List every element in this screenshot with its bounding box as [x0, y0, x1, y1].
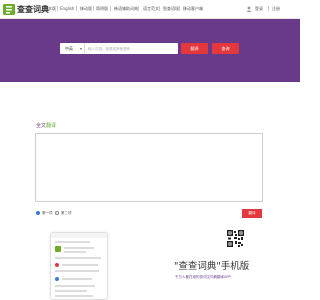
section-title-part2: 翻译 — [46, 123, 57, 129]
nav-item-context[interactable]: 智查语境 — [163, 6, 179, 12]
phone-text-line — [55, 257, 101, 259]
logo-icon[interactable] — [3, 3, 16, 16]
nav-divider — [93, 6, 94, 11]
phone-text-line — [62, 278, 92, 280]
chevron-down-icon: ▾ — [80, 46, 83, 51]
radio-option-2[interactable] — [55, 211, 59, 215]
section-title: 全文翻译 — [36, 122, 56, 129]
phone-text-line — [64, 247, 94, 249]
radio-option-2-label: 第二项 — [61, 211, 72, 215]
phone-dot-icon — [55, 277, 59, 281]
promo-title: "查查词典"手机版 — [174, 261, 250, 272]
phone-text-line — [55, 270, 99, 272]
phone-text-line — [55, 241, 90, 243]
language-select[interactable]: 中英 ▾ — [60, 43, 85, 54]
phone-text-line — [64, 251, 86, 253]
login-link[interactable]: 登录 — [255, 6, 263, 12]
user-icon — [246, 6, 252, 12]
nav-item-essays[interactable]: 语言范文 — [143, 6, 159, 12]
search-banner: 中英 ▾ 翻译 查询 — [0, 19, 300, 82]
nav-item-korean[interactable]: 韩语辅助词典 — [114, 6, 138, 12]
lookup-button[interactable]: 查询 — [212, 43, 239, 54]
nav-item-client[interactable]: 移动客户端 — [183, 6, 203, 12]
radio-option-1[interactable] — [36, 211, 40, 215]
phone-text-line — [55, 285, 95, 287]
nav-item-simple[interactable]: 简明版 — [96, 6, 108, 12]
translate-textarea[interactable] — [35, 133, 263, 202]
search-box: 中英 ▾ — [60, 43, 178, 54]
full-translate-button[interactable]: 翻译 — [242, 209, 262, 218]
nav-item-english[interactable]: English — [60, 6, 74, 11]
nav-divider — [138, 6, 139, 11]
radio-option-1-label: 第一项 — [42, 211, 53, 215]
register-link[interactable]: 注册 — [272, 6, 280, 12]
top-nav: 查查词典 整本版 English 移动版 简明版 韩语辅助词典 语言范文 智查语… — [0, 0, 300, 19]
phone-text-line — [55, 295, 93, 297]
nav-divider — [76, 6, 77, 11]
nav-divider — [179, 6, 180, 11]
nav-divider — [57, 6, 58, 11]
phone-text-line — [55, 290, 87, 292]
phone-screenshot — [50, 232, 108, 300]
promo-subtitle: 千万人都在用的查词汉词典翻译APP — [175, 275, 231, 279]
phone-text-line — [62, 264, 98, 266]
qr-code-icon — [227, 230, 244, 247]
phone-dot-icon — [55, 263, 59, 267]
language-value: 中英 — [65, 46, 73, 51]
search-input[interactable] — [87, 43, 177, 54]
phone-status-bar — [51, 233, 107, 238]
translate-button[interactable]: 翻译 — [181, 43, 208, 54]
nav-item-mobile[interactable]: 移动版 — [80, 6, 92, 12]
nav-divider — [159, 6, 160, 11]
nav-divider — [110, 6, 111, 11]
phone-app-icon — [55, 246, 61, 252]
nav-divider — [268, 6, 269, 11]
section-title-part1: 全文 — [36, 123, 47, 129]
nav-item-full[interactable]: 整本版 — [44, 6, 56, 12]
